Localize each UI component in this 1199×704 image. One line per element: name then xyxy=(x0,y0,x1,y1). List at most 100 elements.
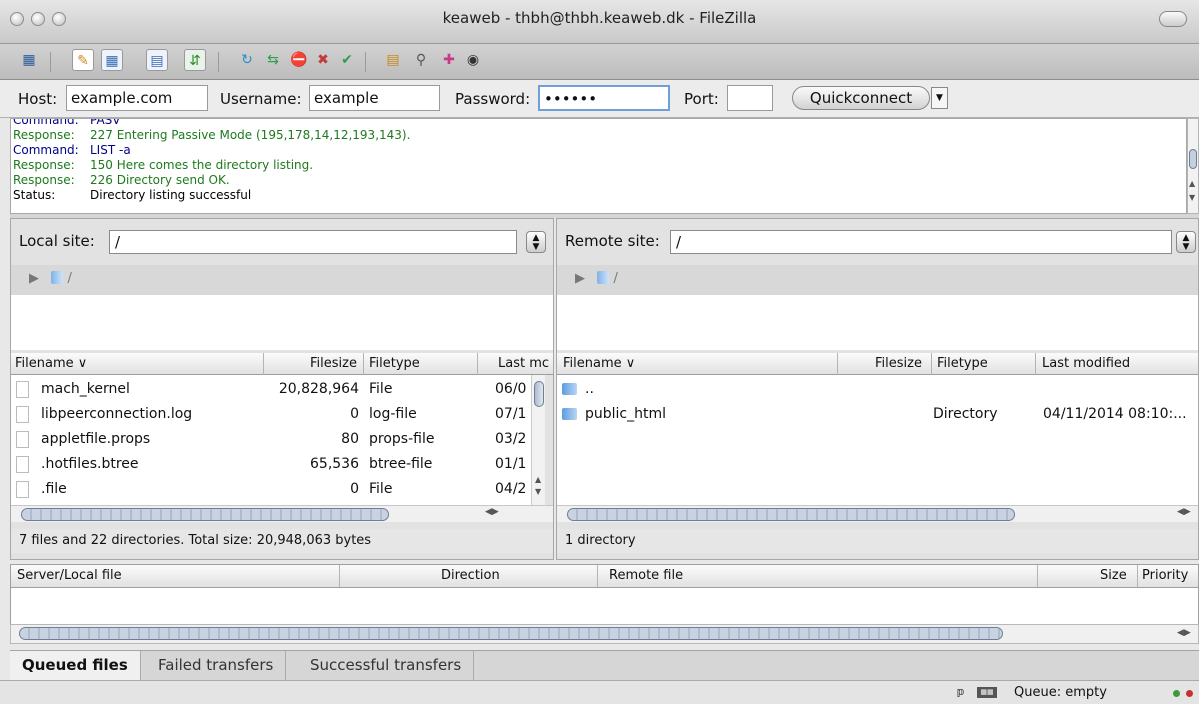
upload-led-icon xyxy=(1173,690,1180,697)
remote-col-filesize[interactable]: Filesize xyxy=(875,356,922,371)
disconnect-icon[interactable]: ✖ xyxy=(312,49,334,71)
remote-file-row[interactable]: public_html Directory 04/11/2014 08:10:... xyxy=(557,402,1198,427)
log-line: Response: 226 Directory send OK. xyxy=(13,173,230,187)
file-icon xyxy=(16,431,29,448)
remote-file-row[interactable]: .. xyxy=(557,377,1198,402)
tab-queued-files[interactable]: Queued files xyxy=(10,651,141,681)
remote-col-filetype[interactable]: Filetype xyxy=(937,356,988,371)
toggle-remote-tree-icon[interactable]: ▤ xyxy=(146,49,168,71)
remote-status: 1 directory xyxy=(557,529,1198,553)
remote-tree-root[interactable]: ▶ / xyxy=(575,271,618,286)
message-log: Command: PASV Response: 227 Entering Passiv… xyxy=(10,118,1187,214)
toggle-log-icon[interactable]: ✎ xyxy=(72,49,94,71)
log-line: Response: 227 Entering Passive Mode (195,… xyxy=(13,128,411,142)
quickconnect-bar: Host: example.com Username: example Pass… xyxy=(0,80,1199,118)
password-input[interactable]: •••••• xyxy=(538,85,670,111)
queue-col-direction[interactable]: Direction xyxy=(441,568,500,583)
queue-hscrollbar[interactable]: ◀▶ xyxy=(10,624,1199,644)
host-input[interactable]: example.com xyxy=(66,85,208,111)
remote-pane: Remote site: / ▲ ▼ ▶ / Filename ∨ Filesiz… xyxy=(556,218,1199,560)
local-file-list: mach_kernel 20,828,964 File 06/0 libpeerconn… xyxy=(11,375,531,505)
local-col-filetype[interactable]: Filetype xyxy=(369,356,420,371)
username-input[interactable]: example xyxy=(309,85,440,111)
encryption-icon[interactable]: ▦▦ xyxy=(977,687,997,698)
file-icon xyxy=(16,456,29,473)
port-label: Port: xyxy=(684,90,719,108)
local-pane: Local site: / ▲ ▼ ▶ / Filename ∨ Filesize… xyxy=(10,218,554,560)
file-icon xyxy=(16,481,29,498)
folder-icon xyxy=(51,271,64,284)
local-tree-root[interactable]: ▶ / xyxy=(29,271,72,286)
quickconnect-history-dropdown[interactable]: ▼ xyxy=(931,87,948,109)
remote-path-dropdown[interactable]: ▲ ▼ xyxy=(1176,231,1196,253)
local-file-header: Filename ∨ Filesize Filetype Last mc xyxy=(11,353,553,375)
tab-failed-transfers[interactable]: Failed transfers xyxy=(146,651,287,681)
remote-site-label: Remote site: xyxy=(565,232,660,250)
cancel-icon[interactable]: ⛔ xyxy=(288,49,310,71)
local-col-filename[interactable]: Filename ∨ xyxy=(15,356,87,371)
file-icon xyxy=(16,406,29,423)
queue-header: Server/Local file Direction Remote file … xyxy=(10,564,1199,588)
download-led-icon xyxy=(1186,690,1193,697)
queue-col-remote[interactable]: Remote file xyxy=(609,568,683,583)
title-bar: keaweb - thbh@thbh.keaweb.dk - FileZilla xyxy=(0,0,1199,44)
file-icon xyxy=(16,381,29,398)
host-label: Host: xyxy=(18,90,58,108)
local-path-dropdown[interactable]: ▲ ▼ xyxy=(526,231,546,253)
queue-col-file[interactable]: Server/Local file xyxy=(17,568,122,583)
filter-icon[interactable]: ▤ xyxy=(382,49,404,71)
remote-file-list: .. public_html Directory 04/11/2014 08:10:.… xyxy=(557,375,1198,505)
log-line: Response: 150 Here comes the directory li… xyxy=(13,158,314,172)
toolbar-toggle-button[interactable] xyxy=(1159,11,1187,27)
queue-col-size[interactable]: Size xyxy=(1100,568,1127,583)
log-line: Status: Directory listing successful xyxy=(13,188,252,202)
folder-icon xyxy=(562,408,577,420)
toggle-queue-icon[interactable]: ⇵ xyxy=(184,49,206,71)
remote-path-input[interactable]: / xyxy=(670,230,1172,254)
remote-dir-tree: ▶ / xyxy=(557,265,1198,350)
local-site-label: Local site: xyxy=(19,232,95,250)
local-file-row[interactable]: libpeerconnection.log 0 log-file 07/1 xyxy=(11,402,531,427)
toggle-local-tree-icon[interactable]: ▦ xyxy=(101,49,123,71)
queue-col-priority[interactable]: Priority xyxy=(1142,568,1188,583)
quickconnect-button[interactable]: Quickconnect xyxy=(792,86,930,110)
queue-list xyxy=(10,588,1199,624)
remote-hscrollbar[interactable]: ◀▶ xyxy=(557,505,1198,522)
local-col-filesize[interactable]: Filesize xyxy=(310,356,357,371)
local-path-input[interactable]: / xyxy=(109,230,517,254)
password-label: Password: xyxy=(455,90,531,108)
folder-icon xyxy=(597,271,610,284)
site-manager-icon[interactable]: ▦ xyxy=(18,49,40,71)
local-col-modified[interactable]: Last mc xyxy=(498,356,549,371)
local-file-row[interactable]: .hotfiles.btree 65,536 btree-file 01/1 xyxy=(11,452,531,477)
folder-icon xyxy=(562,383,577,395)
local-dir-tree: ▶ / xyxy=(11,265,553,350)
log-line: Command: LIST -a xyxy=(13,143,131,157)
remote-file-header: Filename ∨ Filesize Filetype Last modifi… xyxy=(557,353,1198,375)
search-icon[interactable]: ◉ xyxy=(462,49,484,71)
toolbar: ▦ ✎ ▦ ▤ ⇵ ↻ ⇆ ⛔ ✖ ✔ ▤ ⚲ ✚ ◉ xyxy=(0,44,1199,80)
sync-browse-icon[interactable]: ✚ xyxy=(438,49,460,71)
port-input[interactable] xyxy=(727,85,773,111)
tab-successful-transfers[interactable]: Successful transfers xyxy=(298,651,475,681)
queue-tabs: Queued files Failed transfers Successful… xyxy=(10,650,1199,681)
reconnect-icon[interactable]: ✔ xyxy=(336,49,358,71)
local-file-row[interactable]: appletfile.props 80 props-file 03/2 xyxy=(11,427,531,452)
local-vscrollbar[interactable]: ▲ ▼ xyxy=(531,375,545,505)
log-scrollbar[interactable]: ▲ ▼ xyxy=(1187,118,1199,214)
remote-col-filename[interactable]: Filename ∨ xyxy=(563,356,635,371)
queue-status: Queue: empty xyxy=(1014,685,1107,700)
status-bar: 𝕡 ▦▦ Queue: empty xyxy=(0,680,1199,704)
local-hscrollbar[interactable]: ◀▶ xyxy=(11,505,553,522)
compare-icon[interactable]: ⚲ xyxy=(410,49,432,71)
log-line: Command: PASV xyxy=(13,118,121,127)
refresh-icon[interactable]: ↻ xyxy=(236,49,258,71)
local-status: 7 files and 22 directories. Total size: … xyxy=(11,529,553,553)
local-file-row[interactable]: mach_kernel 20,828,964 File 06/0 xyxy=(11,377,531,402)
username-label: Username: xyxy=(220,90,302,108)
process-queue-icon[interactable]: ⇆ xyxy=(262,49,284,71)
local-file-row[interactable]: .file 0 File 04/2 xyxy=(11,477,531,502)
window-title: keaweb - thbh@thbh.keaweb.dk - FileZilla xyxy=(442,9,757,27)
remote-col-modified[interactable]: Last modified xyxy=(1042,356,1130,371)
transfer-type-icon[interactable]: 𝕡 xyxy=(957,685,965,698)
